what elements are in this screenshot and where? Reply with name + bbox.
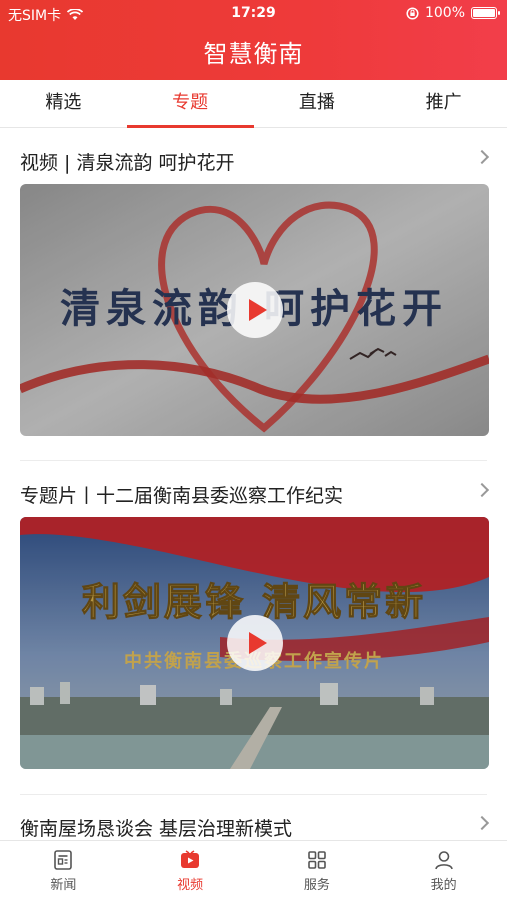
- item-title[interactable]: 视频 | 清泉流韵 呵护花开: [20, 148, 235, 175]
- bottom-nav: 新闻 视频 服务 我的: [0, 840, 507, 900]
- channel-tabs: 精选 专题 直播 推广: [0, 80, 507, 128]
- list-item[interactable]: 视频 | 清泉流韵 呵护花开 清泉流韵 呵护花开: [0, 148, 507, 448]
- nav-video[interactable]: 视频: [127, 841, 254, 900]
- item-title[interactable]: 专题片丨十二届衡南县委巡察工作纪实: [20, 481, 343, 508]
- chevron-right-icon: [474, 149, 490, 165]
- video-thumbnail[interactable]: 清泉流韵 呵护花开: [20, 184, 489, 436]
- play-button[interactable]: [226, 615, 283, 671]
- orientation-lock-icon: [406, 6, 419, 20]
- feed-list: 视频 | 清泉流韵 呵护花开 清泉流韵 呵护花开: [0, 128, 507, 840]
- app-title: 智慧衡南: [203, 40, 304, 68]
- app-header: 无SIM卡 17:29 100% 智慧衡南: [0, 0, 507, 80]
- play-button[interactable]: [226, 282, 283, 338]
- chevron-right-icon: [474, 482, 490, 498]
- nav-profile[interactable]: 我的: [380, 841, 507, 900]
- tab-special[interactable]: 专题: [126, 80, 254, 128]
- divider: [20, 794, 487, 795]
- list-item[interactable]: 衡南屋场恳谈会 基层治理新模式: [0, 814, 507, 840]
- divider: [20, 460, 487, 461]
- grid-icon: [308, 851, 326, 869]
- user-icon: [434, 851, 453, 870]
- nav-news[interactable]: 新闻: [0, 841, 127, 900]
- video-icon: [181, 850, 200, 868]
- video-thumbnail[interactable]: 利剑展锋 清风常新 中共衡南县委巡察工作宣传片: [20, 517, 489, 769]
- item-title[interactable]: 衡南屋场恳谈会 基层治理新模式: [20, 814, 292, 840]
- status-bar: 无SIM卡 17:29 100%: [0, 0, 507, 28]
- battery-icon: [471, 7, 500, 19]
- news-icon: [54, 850, 73, 870]
- nav-services[interactable]: 服务: [254, 841, 381, 900]
- nav-profile-label: 我的: [430, 878, 457, 893]
- nav-services-label: 服务: [303, 878, 330, 893]
- nav-news-label: 新闻: [50, 878, 77, 893]
- chevron-right-icon: [474, 815, 490, 831]
- list-item[interactable]: 专题片丨十二届衡南县委巡察工作纪实: [0, 481, 507, 781]
- nav-video-label: 视频: [177, 878, 204, 893]
- battery-percent: 100%: [424, 5, 465, 21]
- tab-live[interactable]: 直播: [254, 80, 381, 127]
- tab-promotion[interactable]: 推广: [380, 80, 507, 127]
- tab-featured[interactable]: 精选: [0, 80, 127, 127]
